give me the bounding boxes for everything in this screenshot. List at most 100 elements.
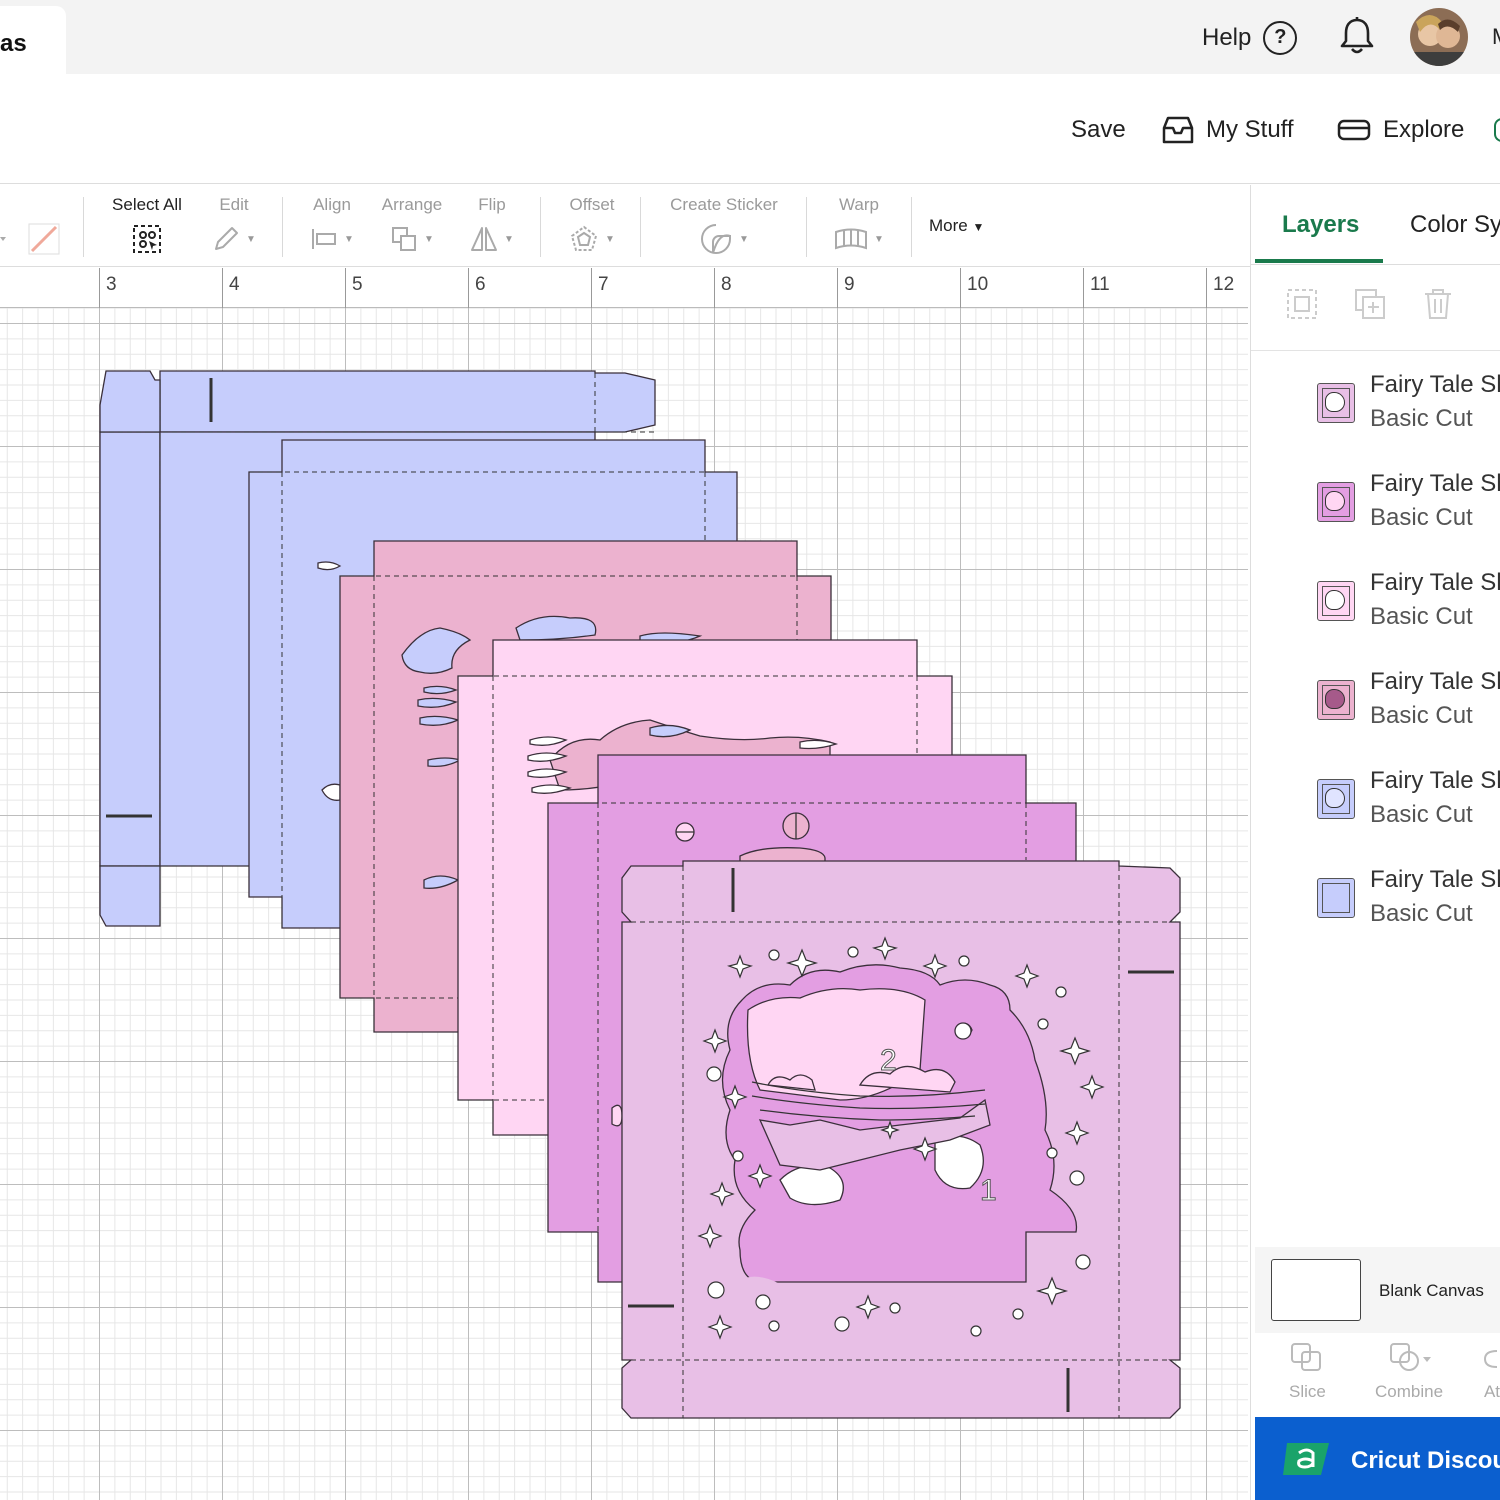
layer-operation: Basic Cut — [1370, 702, 1473, 729]
warp-label: Warp — [839, 195, 879, 214]
layer-row[interactable]: Fairy Tale Sh Basic Cut — [1251, 569, 1500, 661]
tab-layers[interactable]: Layers — [1282, 211, 1359, 239]
design-canvas[interactable]: 2 1 — [0, 308, 1248, 1500]
top-bar: as Help ? M — [0, 0, 1500, 74]
cricut-discount-banner[interactable]: Cricut Discou — [1255, 1417, 1500, 1500]
layer-combine-actions: Slice Combine At — [1251, 1333, 1500, 1417]
layer-thumbnail — [1317, 878, 1355, 918]
layer-row[interactable]: Fairy Tale Sh Basic Cut — [1251, 470, 1500, 562]
combine-icon — [1390, 1343, 1432, 1371]
combine-label: Combine — [1375, 1382, 1444, 1401]
ruler-label: 9 — [844, 274, 855, 295]
toolbar-separator — [540, 197, 541, 257]
edit-label: Edit — [219, 195, 249, 214]
layer-operation: Basic Cut — [1370, 405, 1473, 432]
ruler-label: 11 — [1090, 274, 1110, 295]
ruler-major-tick — [1206, 268, 1207, 308]
edit-button[interactable]: Edit ▼ — [204, 195, 264, 255]
layer-shape-lavender-front[interactable] — [621, 860, 1181, 1419]
canvas-color-swatch[interactable] — [1271, 1259, 1361, 1321]
more-label: More — [929, 216, 968, 235]
warp-button[interactable]: Warp ▼ — [828, 195, 890, 255]
ruler-major-tick — [1083, 268, 1084, 308]
layer-thumbnail — [1317, 779, 1355, 819]
toolbar-separator — [640, 197, 641, 257]
select-all-button[interactable]: Select All — [104, 195, 190, 255]
ruler-label: 7 — [598, 274, 609, 295]
layer-row[interactable]: Fairy Tale Sh Basic Cut — [1251, 371, 1500, 463]
toolbar-separator — [911, 197, 912, 257]
explore-button[interactable]: Explore — [1337, 114, 1464, 146]
flip-icon — [471, 227, 498, 251]
flip-button[interactable]: Flip ▼ — [466, 195, 518, 255]
caret-down-icon: ▼ — [972, 220, 985, 234]
more-button[interactable]: More ▼ — [929, 216, 984, 236]
blank-canvas-label: Blank Canvas — [1379, 1281, 1484, 1300]
align-label: Align — [313, 195, 351, 214]
canvas-tab-title: as — [0, 30, 27, 57]
ruler-major-tick — [99, 268, 100, 308]
arrange-label: Arrange — [381, 195, 443, 214]
no-fill-swatch[interactable] — [28, 223, 60, 260]
layer-thumbnail — [1317, 680, 1355, 720]
select-all-label: Select All — [112, 195, 182, 214]
my-stuff-button[interactable]: My Stuff — [1162, 114, 1294, 146]
help-button[interactable]: Help ? — [1202, 18, 1298, 58]
layer-operation: Basic Cut — [1370, 801, 1473, 828]
ruler-label: 4 — [229, 274, 240, 295]
layer-name: Fairy Tale Sh — [1370, 470, 1500, 497]
layer-operation: Basic Cut — [1370, 900, 1473, 927]
layer-row[interactable]: Fairy Tale Sh Basic Cut — [1251, 668, 1500, 760]
ruler-label: 8 — [721, 274, 732, 295]
toolbar-separator — [282, 197, 283, 257]
pen-color-swatch[interactable] — [0, 223, 12, 258]
trash-icon[interactable] — [1423, 287, 1453, 326]
layer-thumbnail — [1317, 482, 1355, 522]
offset-label: Offset — [569, 195, 615, 214]
canvas-tab[interactable]: as — [0, 6, 66, 74]
combine-button[interactable]: Combine — [1375, 1341, 1443, 1402]
offset-icon — [570, 225, 598, 251]
chevron-down-icon: ▼ — [344, 233, 354, 245]
blank-canvas-row[interactable]: Blank Canvas — [1255, 1247, 1500, 1333]
tab-color-sync[interactable]: Color Sy — [1410, 211, 1500, 239]
layer-operation: Basic Cut — [1370, 504, 1473, 531]
slice-button[interactable]: Slice — [1289, 1341, 1326, 1402]
ruler-major-tick — [714, 268, 715, 308]
bell-icon[interactable] — [1338, 16, 1376, 61]
explore-icon — [1337, 119, 1371, 141]
save-button[interactable]: Save — [1071, 114, 1126, 146]
chevron-down-icon: ▼ — [739, 233, 749, 245]
panel-tabs: Layers Color Sy — [1251, 185, 1500, 265]
layers-panel: Layers Color Sy Fairy Tale Sh Basic Cut … — [1250, 185, 1500, 1500]
group-icon[interactable] — [1285, 287, 1319, 326]
ruler-label: 12 — [1213, 274, 1235, 295]
create-sticker-button[interactable]: Create Sticker ▼ — [662, 195, 786, 255]
explore-label: Explore — [1383, 116, 1465, 143]
ruler-major-tick — [345, 268, 346, 308]
layer-actions — [1251, 265, 1500, 351]
step-number-2: 2 — [880, 1044, 897, 1077]
toolbar-separator — [83, 197, 84, 257]
user-name-initial[interactable]: M — [1492, 24, 1500, 50]
select-all-icon — [133, 225, 161, 253]
layer-row[interactable]: Fairy Tale Sh Basic Cut — [1251, 866, 1500, 958]
discount-text: Cricut Discou — [1351, 1447, 1500, 1474]
arrange-icon — [392, 227, 417, 251]
align-button[interactable]: Align ▼ — [302, 195, 362, 255]
layer-name: Fairy Tale Sh — [1370, 767, 1500, 794]
layer-row[interactable]: Fairy Tale Sh Basic Cut — [1251, 767, 1500, 859]
avatar[interactable] — [1410, 8, 1468, 66]
ruler-label: 5 — [352, 274, 363, 295]
attach-button[interactable]: At — [1483, 1341, 1500, 1402]
offset-button[interactable]: Offset ▼ — [560, 195, 624, 255]
chevron-down-icon: ▼ — [874, 233, 884, 245]
duplicate-icon[interactable] — [1353, 287, 1387, 326]
arrange-button[interactable]: Arrange ▼ — [376, 195, 448, 255]
layer-name: Fairy Tale Sh — [1370, 569, 1500, 596]
flip-label: Flip — [478, 195, 506, 214]
layer-operation: Basic Cut — [1370, 603, 1473, 630]
layer-name: Fairy Tale Sh — [1370, 668, 1500, 695]
canvas-artwork: 2 1 — [99, 370, 1181, 1419]
make-button-edge[interactable] — [1494, 118, 1500, 142]
